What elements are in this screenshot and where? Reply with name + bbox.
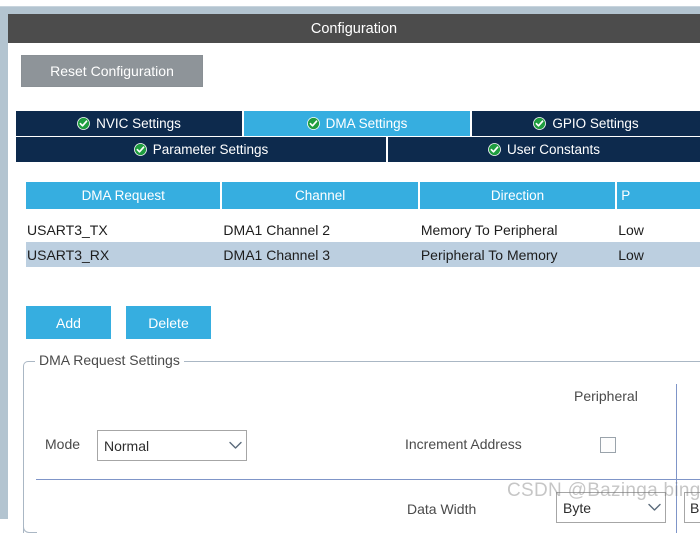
table-action-buttons: Add Delete xyxy=(26,306,211,339)
green-check-icon xyxy=(533,117,546,130)
table-header-row: DMA Request Channel Direction P xyxy=(26,182,700,209)
cell-dma-request: USART3_TX xyxy=(26,222,222,238)
tab-dma-settings[interactable]: DMA Settings xyxy=(244,111,472,136)
table-row[interactable]: USART3_TX DMA1 Channel 2 Memory To Perip… xyxy=(26,217,700,242)
cell-dma-request: USART3_RX xyxy=(26,247,222,263)
tab-nvic-settings[interactable]: NVIC Settings xyxy=(16,111,244,136)
configuration-window: Configuration Reset Configuration NVIC S… xyxy=(0,0,700,519)
chevron-down-icon xyxy=(643,503,665,512)
delete-button[interactable]: Delete xyxy=(126,306,211,339)
increment-address-label: Increment Address xyxy=(405,436,522,452)
reset-configuration-button[interactable]: Reset Configuration xyxy=(21,55,203,87)
page-title: Configuration xyxy=(311,21,397,37)
increment-address-peripheral-checkbox[interactable] xyxy=(600,437,616,453)
column-header-priority[interactable]: P xyxy=(617,182,700,209)
cell-channel: DMA1 Channel 2 xyxy=(222,222,419,238)
peripheral-column-header: Peripheral xyxy=(574,388,638,404)
add-button[interactable]: Add xyxy=(26,306,111,339)
data-width-memory-value: B xyxy=(685,500,700,516)
dma-request-settings-legend: DMA Request Settings xyxy=(35,352,184,368)
green-check-icon xyxy=(77,117,90,130)
tab-user-constants-label: User Constants xyxy=(507,142,600,157)
delete-button-label: Delete xyxy=(148,315,188,331)
table-body: USART3_TX DMA1 Channel 2 Memory To Perip… xyxy=(26,217,700,267)
data-width-label: Data Width xyxy=(407,501,476,517)
settings-vertical-divider xyxy=(676,384,677,533)
cell-priority: Low xyxy=(617,222,700,238)
group-border-bottom-left-corner xyxy=(23,514,37,533)
green-check-icon xyxy=(488,143,501,156)
data-width-peripheral-select[interactable]: Byte xyxy=(556,492,666,523)
dma-request-table: DMA Request Channel Direction P USART3_T… xyxy=(26,182,700,267)
tab-user-constants[interactable]: User Constants xyxy=(388,137,700,162)
tab-bar-row-2: Parameter Settings User Constants xyxy=(16,137,700,162)
green-check-icon xyxy=(307,117,320,130)
window-title-bar: Configuration xyxy=(8,14,700,43)
cell-direction: Memory To Peripheral xyxy=(420,222,617,238)
table-row[interactable]: USART3_RX DMA1 Channel 3 Peripheral To M… xyxy=(26,242,700,267)
reset-configuration-label: Reset Configuration xyxy=(50,63,174,79)
mode-select[interactable]: Normal xyxy=(97,430,247,461)
chevron-down-icon xyxy=(224,441,246,450)
column-header-channel[interactable]: Channel xyxy=(222,182,419,209)
mode-label: Mode xyxy=(45,436,80,452)
window-content-area: Configuration Reset Configuration NVIC S… xyxy=(8,14,700,519)
green-check-icon xyxy=(134,143,147,156)
mode-select-value: Normal xyxy=(98,438,224,454)
cell-priority: Low xyxy=(617,247,700,263)
tab-dma-settings-label: DMA Settings xyxy=(326,116,408,131)
cell-channel: DMA1 Channel 3 xyxy=(222,247,419,263)
window-top-strip xyxy=(0,0,700,7)
tab-gpio-settings-label: GPIO Settings xyxy=(552,116,638,131)
window-left-edge xyxy=(0,7,8,519)
tab-bar-row-1: NVIC Settings DMA Settings xyxy=(16,111,700,136)
column-header-dma-request[interactable]: DMA Request xyxy=(26,182,222,209)
data-width-peripheral-value: Byte xyxy=(557,500,643,516)
tab-parameter-settings-label: Parameter Settings xyxy=(153,142,269,157)
column-header-direction[interactable]: Direction xyxy=(420,182,617,209)
cell-direction: Peripheral To Memory xyxy=(420,247,617,263)
data-width-memory-select[interactable]: B xyxy=(684,492,700,523)
tab-nvic-settings-label: NVIC Settings xyxy=(96,116,181,131)
tab-parameter-settings[interactable]: Parameter Settings xyxy=(16,137,388,162)
settings-horizontal-divider xyxy=(36,479,700,480)
tab-gpio-settings[interactable]: GPIO Settings xyxy=(472,111,700,136)
add-button-label: Add xyxy=(56,315,81,331)
